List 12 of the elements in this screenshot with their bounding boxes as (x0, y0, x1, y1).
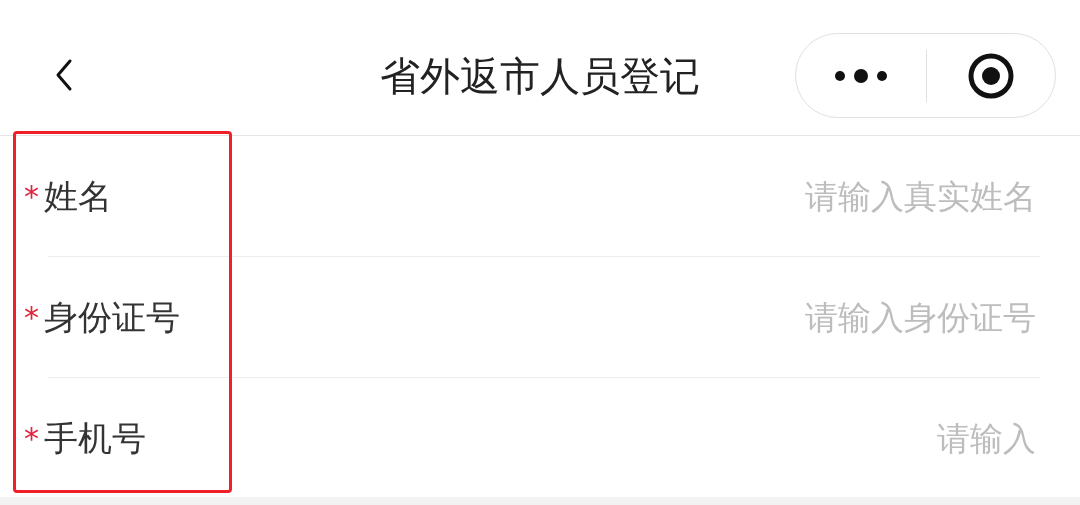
input-field[interactable]: 请输入 (300, 408, 1036, 469)
chevron-left-icon (54, 58, 74, 92)
input-field[interactable]: 请输入真实姓名 (300, 166, 1036, 227)
page-title: 省外返市人员登记 (379, 52, 701, 101)
field-label: 手机号 (44, 417, 146, 460)
field-label: 姓名 (44, 175, 112, 218)
required-asterisk: * (24, 178, 39, 216)
required-asterisk: * (24, 299, 39, 337)
more-icon (833, 68, 889, 83)
input-field[interactable]: 请输入身份证号 (300, 287, 1036, 348)
field-label: 身份证号 (44, 296, 180, 339)
required-asterisk: * (24, 420, 39, 458)
